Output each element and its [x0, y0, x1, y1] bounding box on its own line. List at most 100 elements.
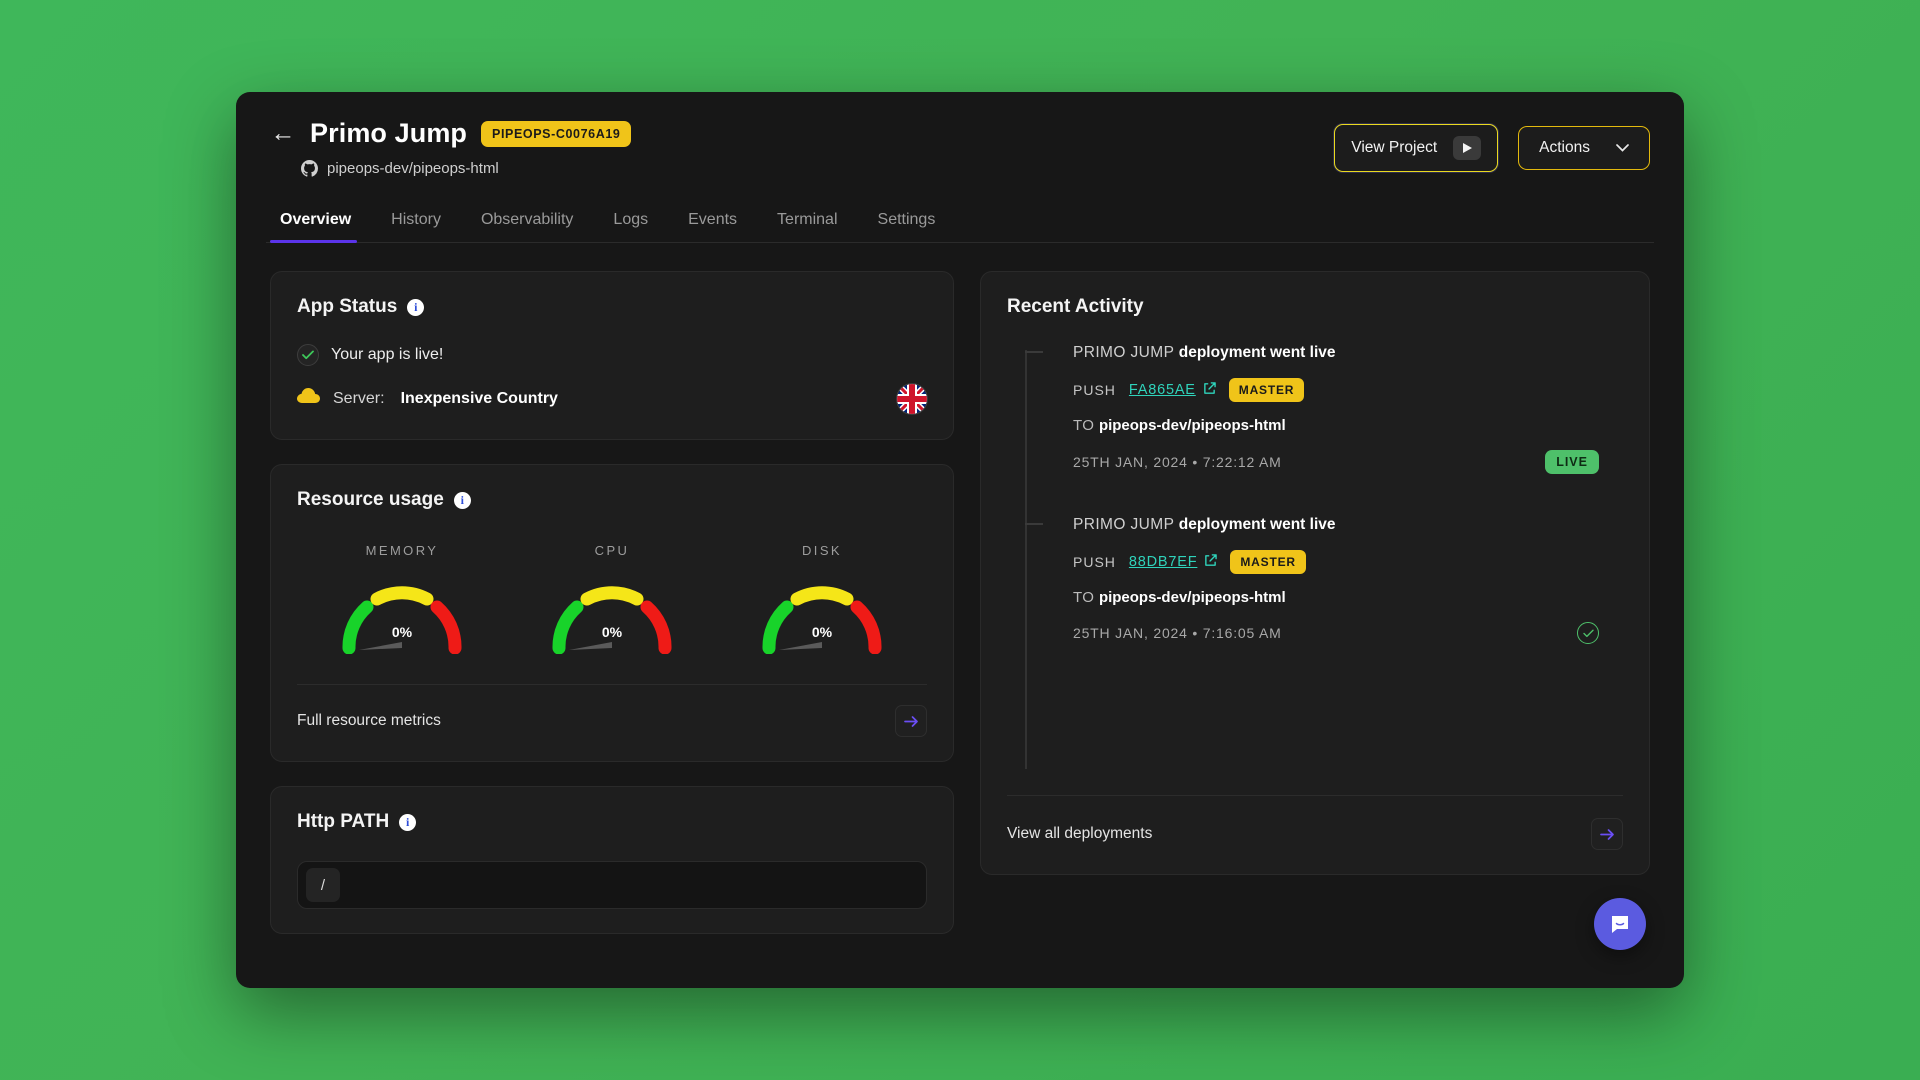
activity-push-row: PUSH 88DB7EF MASTER	[1073, 550, 1623, 574]
check-circle-icon	[297, 344, 319, 366]
activity-target-row: TO pipeops-dev/pipeops-html	[1073, 417, 1623, 434]
view-project-button[interactable]: View Project	[1334, 124, 1499, 172]
recent-activity-card: Recent Activity PRIMO JUMP deployment we…	[980, 271, 1650, 875]
status-check-icon	[1577, 622, 1599, 644]
info-icon[interactable]: i	[399, 813, 417, 831]
app-status-header: App Status i	[297, 296, 927, 318]
repo-link[interactable]: pipeops-dev/pipeops-html	[301, 160, 631, 177]
app-status-title: App Status	[297, 296, 398, 317]
project-id-badge: PIPEOPS-C0076A19	[481, 120, 632, 147]
activity-to-label: TO	[1073, 417, 1095, 434]
arrow-right-icon[interactable]	[1591, 818, 1623, 850]
title-line: ← Primo Jump PIPEOPS-C0076A19	[270, 118, 632, 149]
github-icon	[301, 160, 318, 177]
activity-meta-row: 25TH JAN, 2024 • 7:22:12 AM LIVE	[1073, 450, 1623, 474]
activity-item: PRIMO JUMP deployment went live PUSH FA8…	[1025, 344, 1623, 474]
http-path-header: Http PATH i	[297, 811, 927, 833]
main-content: App Status i Your app is live! Server: I…	[266, 271, 1654, 934]
activity-meta-row: 25TH JAN, 2024 • 7:16:05 AM	[1073, 622, 1623, 644]
tab-bar: Overview History Observability Logs Even…	[266, 211, 1654, 243]
activity-headline: PRIMO JUMP deployment went live	[1073, 516, 1623, 534]
branch-badge: MASTER	[1228, 378, 1305, 402]
activity-timestamp: 25TH JAN, 2024 • 7:16:05 AM	[1073, 625, 1282, 641]
gauge-group: MEMORY 0% CPU 0% DISK 0%	[297, 543, 927, 658]
commit-link[interactable]: 88DB7EF	[1128, 553, 1218, 571]
external-link-icon	[1203, 381, 1216, 399]
commit-hash: FA865AE	[1128, 382, 1196, 398]
app-live-text: Your app is live!	[331, 346, 444, 363]
activity-action: PUSH	[1073, 554, 1116, 570]
activity-app-name: PRIMO JUMP	[1073, 344, 1175, 361]
gauge-disk: DISK 0%	[732, 543, 912, 658]
server-label: Server:	[333, 389, 385, 407]
resource-usage-title: Resource usage	[297, 489, 444, 510]
activity-headline: PRIMO JUMP deployment went live	[1073, 344, 1623, 362]
page-title: Primo Jump	[310, 118, 468, 148]
header-actions: View Project Actions	[1334, 118, 1654, 172]
back-arrow-icon[interactable]: ←	[270, 121, 296, 146]
activity-push-row: PUSH FA865AE MASTER	[1073, 378, 1623, 402]
actions-label: Actions	[1539, 139, 1590, 156]
recent-activity-footer: View all deployments	[1007, 795, 1623, 874]
actions-button[interactable]: Actions	[1518, 126, 1650, 170]
http-path-chip[interactable]: /	[306, 868, 340, 902]
tab-observability[interactable]: Observability	[461, 211, 593, 242]
cloud-icon	[297, 388, 321, 409]
view-project-label: View Project	[1351, 139, 1438, 156]
branch-badge: MASTER	[1230, 550, 1306, 574]
info-icon[interactable]: i	[453, 491, 471, 509]
server-row: Server: Inexpensive Country	[297, 383, 927, 414]
activity-timeline: PRIMO JUMP deployment went live PUSH FA8…	[1007, 344, 1623, 795]
activity-repo: pipeops-dev/pipeops-html	[1098, 589, 1286, 606]
activity-to-label: TO	[1073, 589, 1095, 606]
commit-link[interactable]: FA865AE	[1128, 381, 1216, 399]
resource-usage-footer: Full resource metrics	[297, 684, 927, 737]
info-icon[interactable]: i	[407, 298, 425, 316]
chat-bubble-icon[interactable]	[1594, 898, 1646, 950]
activity-action: PUSH	[1073, 382, 1116, 398]
gauge-cpu-dial: 0%	[522, 572, 702, 658]
activity-timestamp: 25TH JAN, 2024 • 7:22:12 AM	[1073, 454, 1282, 470]
arrow-right-icon[interactable]	[895, 705, 927, 737]
gauge-disk-label: DISK	[802, 543, 842, 558]
header-left: ← Primo Jump PIPEOPS-C0076A19 pipeops-de…	[266, 118, 632, 177]
app-window: ← Primo Jump PIPEOPS-C0076A19 pipeops-de…	[236, 92, 1684, 988]
gauge-cpu: CPU 0%	[522, 543, 702, 658]
tab-overview[interactable]: Overview	[270, 211, 371, 243]
gauge-disk-dial: 0%	[732, 572, 912, 658]
tab-events[interactable]: Events	[668, 211, 757, 242]
activity-app-name: PRIMO JUMP	[1073, 516, 1175, 533]
uk-flag-icon	[897, 383, 927, 414]
app-live-status: Your app is live!	[297, 344, 927, 366]
resource-usage-card: Resource usage i MEMORY 0% CPU 0% DISK 0…	[270, 464, 954, 762]
commit-hash: 88DB7EF	[1128, 554, 1198, 570]
gauge-cpu-value: 0%	[601, 624, 623, 640]
activity-target-row: TO pipeops-dev/pipeops-html	[1073, 589, 1623, 606]
full-resource-metrics-label[interactable]: Full resource metrics	[297, 712, 441, 730]
gauge-memory-value: 0%	[391, 624, 413, 640]
page-header: ← Primo Jump PIPEOPS-C0076A19 pipeops-de…	[266, 118, 1654, 177]
tab-terminal[interactable]: Terminal	[757, 211, 857, 242]
repo-name: pipeops-dev/pipeops-html	[327, 160, 499, 177]
activity-event: deployment went live	[1178, 344, 1336, 361]
tab-logs[interactable]: Logs	[593, 211, 668, 242]
status-badge: LIVE	[1545, 450, 1599, 474]
gauge-disk-value: 0%	[811, 624, 833, 640]
external-link-icon	[1204, 553, 1218, 571]
view-all-deployments-label[interactable]: View all deployments	[1007, 825, 1152, 843]
http-path-title: Http PATH	[297, 811, 390, 832]
gauge-memory: MEMORY 0%	[312, 543, 492, 658]
play-icon	[1453, 136, 1482, 160]
chevron-down-icon	[1616, 144, 1629, 152]
activity-item: PRIMO JUMP deployment went live PUSH 88D…	[1025, 516, 1623, 644]
tab-history[interactable]: History	[371, 211, 461, 242]
tab-settings[interactable]: Settings	[858, 211, 956, 242]
right-column: Recent Activity PRIMO JUMP deployment we…	[980, 271, 1650, 934]
left-column: App Status i Your app is live! Server: I…	[270, 271, 954, 934]
http-path-card: Http PATH i /	[270, 786, 954, 934]
http-path-input[interactable]: /	[297, 861, 927, 909]
app-status-card: App Status i Your app is live! Server: I…	[270, 271, 954, 440]
server-name: Inexpensive Country	[400, 389, 558, 407]
activity-repo: pipeops-dev/pipeops-html	[1098, 417, 1286, 434]
activity-event: deployment went live	[1178, 516, 1336, 533]
